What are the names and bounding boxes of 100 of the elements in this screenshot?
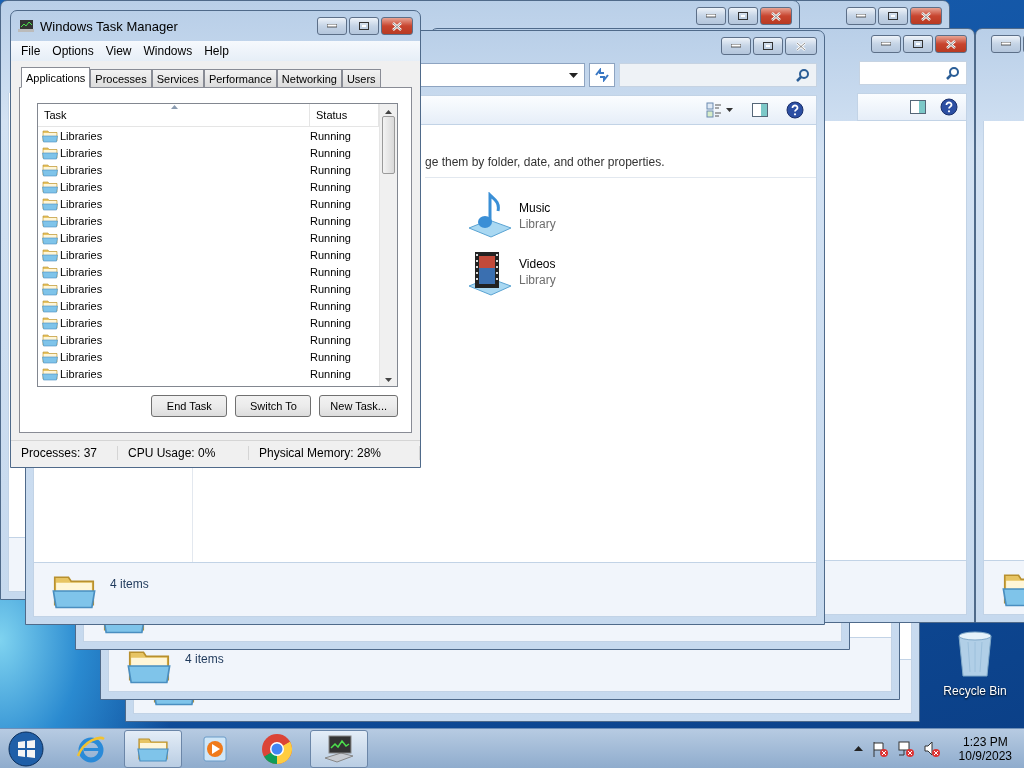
task-row[interactable]: Libraries Running [38, 178, 379, 195]
scroll-down-icon [385, 378, 392, 382]
library-item[interactable]: Music Library [465, 188, 816, 244]
close-button[interactable] [935, 35, 967, 53]
minimize-button[interactable] [846, 7, 876, 25]
menu-item[interactable]: Windows [137, 44, 199, 58]
tab[interactable]: Processes [90, 69, 152, 87]
window-title: Windows Task Manager [40, 18, 178, 34]
library-name: Music [519, 201, 552, 215]
start-orb-icon[interactable] [8, 730, 44, 767]
maximize-icon [359, 22, 369, 30]
desktop-icon-label[interactable]: Recycle Bin [943, 684, 1007, 698]
task-row[interactable]: Libraries Running [38, 331, 379, 348]
menu-item[interactable]: Options [46, 44, 100, 58]
library-item[interactable]: Videos Library [465, 244, 816, 300]
task-row[interactable]: Libraries Running [38, 127, 379, 144]
speaker-icon[interactable] [922, 739, 941, 758]
task-status: Running [310, 180, 351, 193]
item-count: 4 items [185, 652, 224, 666]
task-row[interactable]: Libraries Running [38, 365, 379, 382]
network-icon[interactable] [896, 739, 915, 758]
minimize-button[interactable] [871, 35, 901, 53]
library-name: Videos [519, 257, 556, 271]
task-name: Libraries [60, 299, 103, 312]
dialog-button[interactable]: New Task... [319, 395, 398, 417]
task-row[interactable]: Libraries Running [38, 280, 379, 297]
folder-icon [42, 127, 58, 144]
task-row[interactable]: Libraries Running [38, 297, 379, 314]
task-name: Libraries [60, 316, 103, 329]
dialog-button[interactable]: Switch To [235, 395, 312, 417]
minimize-icon [327, 24, 337, 28]
task-status: Running [310, 129, 351, 142]
task-row[interactable]: Libraries Running [38, 229, 379, 246]
trash-bin-icon[interactable] [956, 630, 994, 678]
task-row[interactable]: Libraries Running [38, 195, 379, 212]
search-field[interactable] [859, 61, 967, 85]
clock[interactable]: 1:23 PM 10/9/2023 [958, 734, 1012, 763]
refresh-button[interactable] [589, 63, 615, 87]
preview-pane-icon [752, 103, 768, 117]
task-row[interactable]: Libraries Running [38, 212, 379, 229]
menu-item[interactable]: Help [198, 44, 235, 58]
dialog-button[interactable]: End Task [151, 395, 228, 417]
task-name: Libraries [60, 367, 103, 380]
minimize-button[interactable] [721, 37, 751, 55]
close-button[interactable] [760, 7, 792, 25]
task-status: Running [310, 146, 351, 159]
maximize-icon [888, 12, 898, 20]
task-row[interactable]: Libraries Running [38, 144, 379, 161]
close-button[interactable] [910, 7, 942, 25]
search-field[interactable] [619, 63, 817, 87]
tab[interactable]: Users [341, 69, 381, 87]
dropdown-arrow-icon [569, 72, 578, 78]
task-name: Libraries [60, 163, 103, 176]
monitor-icon [18, 19, 34, 33]
maximize-icon [763, 42, 773, 50]
close-icon [771, 11, 781, 21]
minimize-button[interactable] [696, 7, 726, 25]
show-hidden-icon[interactable] [853, 746, 863, 751]
scrollbar[interactable] [379, 104, 397, 386]
task-name: Libraries [60, 146, 103, 159]
task-status: Running [310, 299, 351, 312]
menu-item[interactable]: View [99, 44, 138, 58]
scroll-up-icon [385, 110, 392, 114]
task-row[interactable]: Libraries Running [38, 161, 379, 178]
tab[interactable]: Networking [276, 69, 342, 87]
task-status: Running [310, 333, 351, 346]
scroll-thumb[interactable] [382, 116, 395, 174]
folder-icon [42, 263, 58, 280]
tab[interactable]: Applications [21, 67, 91, 88]
menu-item[interactable]: File [15, 44, 47, 58]
close-button[interactable] [785, 37, 817, 55]
tab[interactable]: Services [151, 69, 204, 87]
flag-icon[interactable] [870, 739, 889, 758]
minimize-button[interactable] [991, 35, 1021, 53]
taskbar-app[interactable] [310, 729, 368, 768]
task-name: Libraries [60, 180, 103, 193]
status-text: Processes: 37 [11, 446, 118, 460]
play-icon [202, 734, 228, 763]
monitor-icon [323, 733, 355, 764]
close-icon [946, 39, 956, 49]
library-description: ge them by folder, date, and other properties. [425, 155, 816, 178]
task-name: Libraries [60, 282, 103, 295]
minimize-button[interactable] [317, 17, 347, 35]
task-row[interactable]: Libraries Running [38, 246, 379, 263]
task-name: Libraries [60, 231, 103, 244]
folder-icon [42, 212, 58, 229]
task-row[interactable]: Libraries Running [38, 263, 379, 280]
task-name: Libraries [60, 248, 103, 261]
task-row[interactable]: Libraries Running [38, 348, 379, 365]
minimize-icon [706, 14, 716, 18]
close-button[interactable] [381, 17, 413, 35]
task-status: Running [310, 316, 351, 329]
view-options-icon [706, 102, 734, 118]
task-row[interactable]: Libraries Running [38, 314, 379, 331]
folder-icon [42, 365, 58, 382]
item-count: 4 items [110, 577, 149, 591]
status-text: CPU Usage: 0% [118, 446, 249, 460]
maximize-icon [913, 40, 923, 48]
task-status: Running [310, 248, 351, 261]
tab[interactable]: Performance [203, 69, 277, 87]
